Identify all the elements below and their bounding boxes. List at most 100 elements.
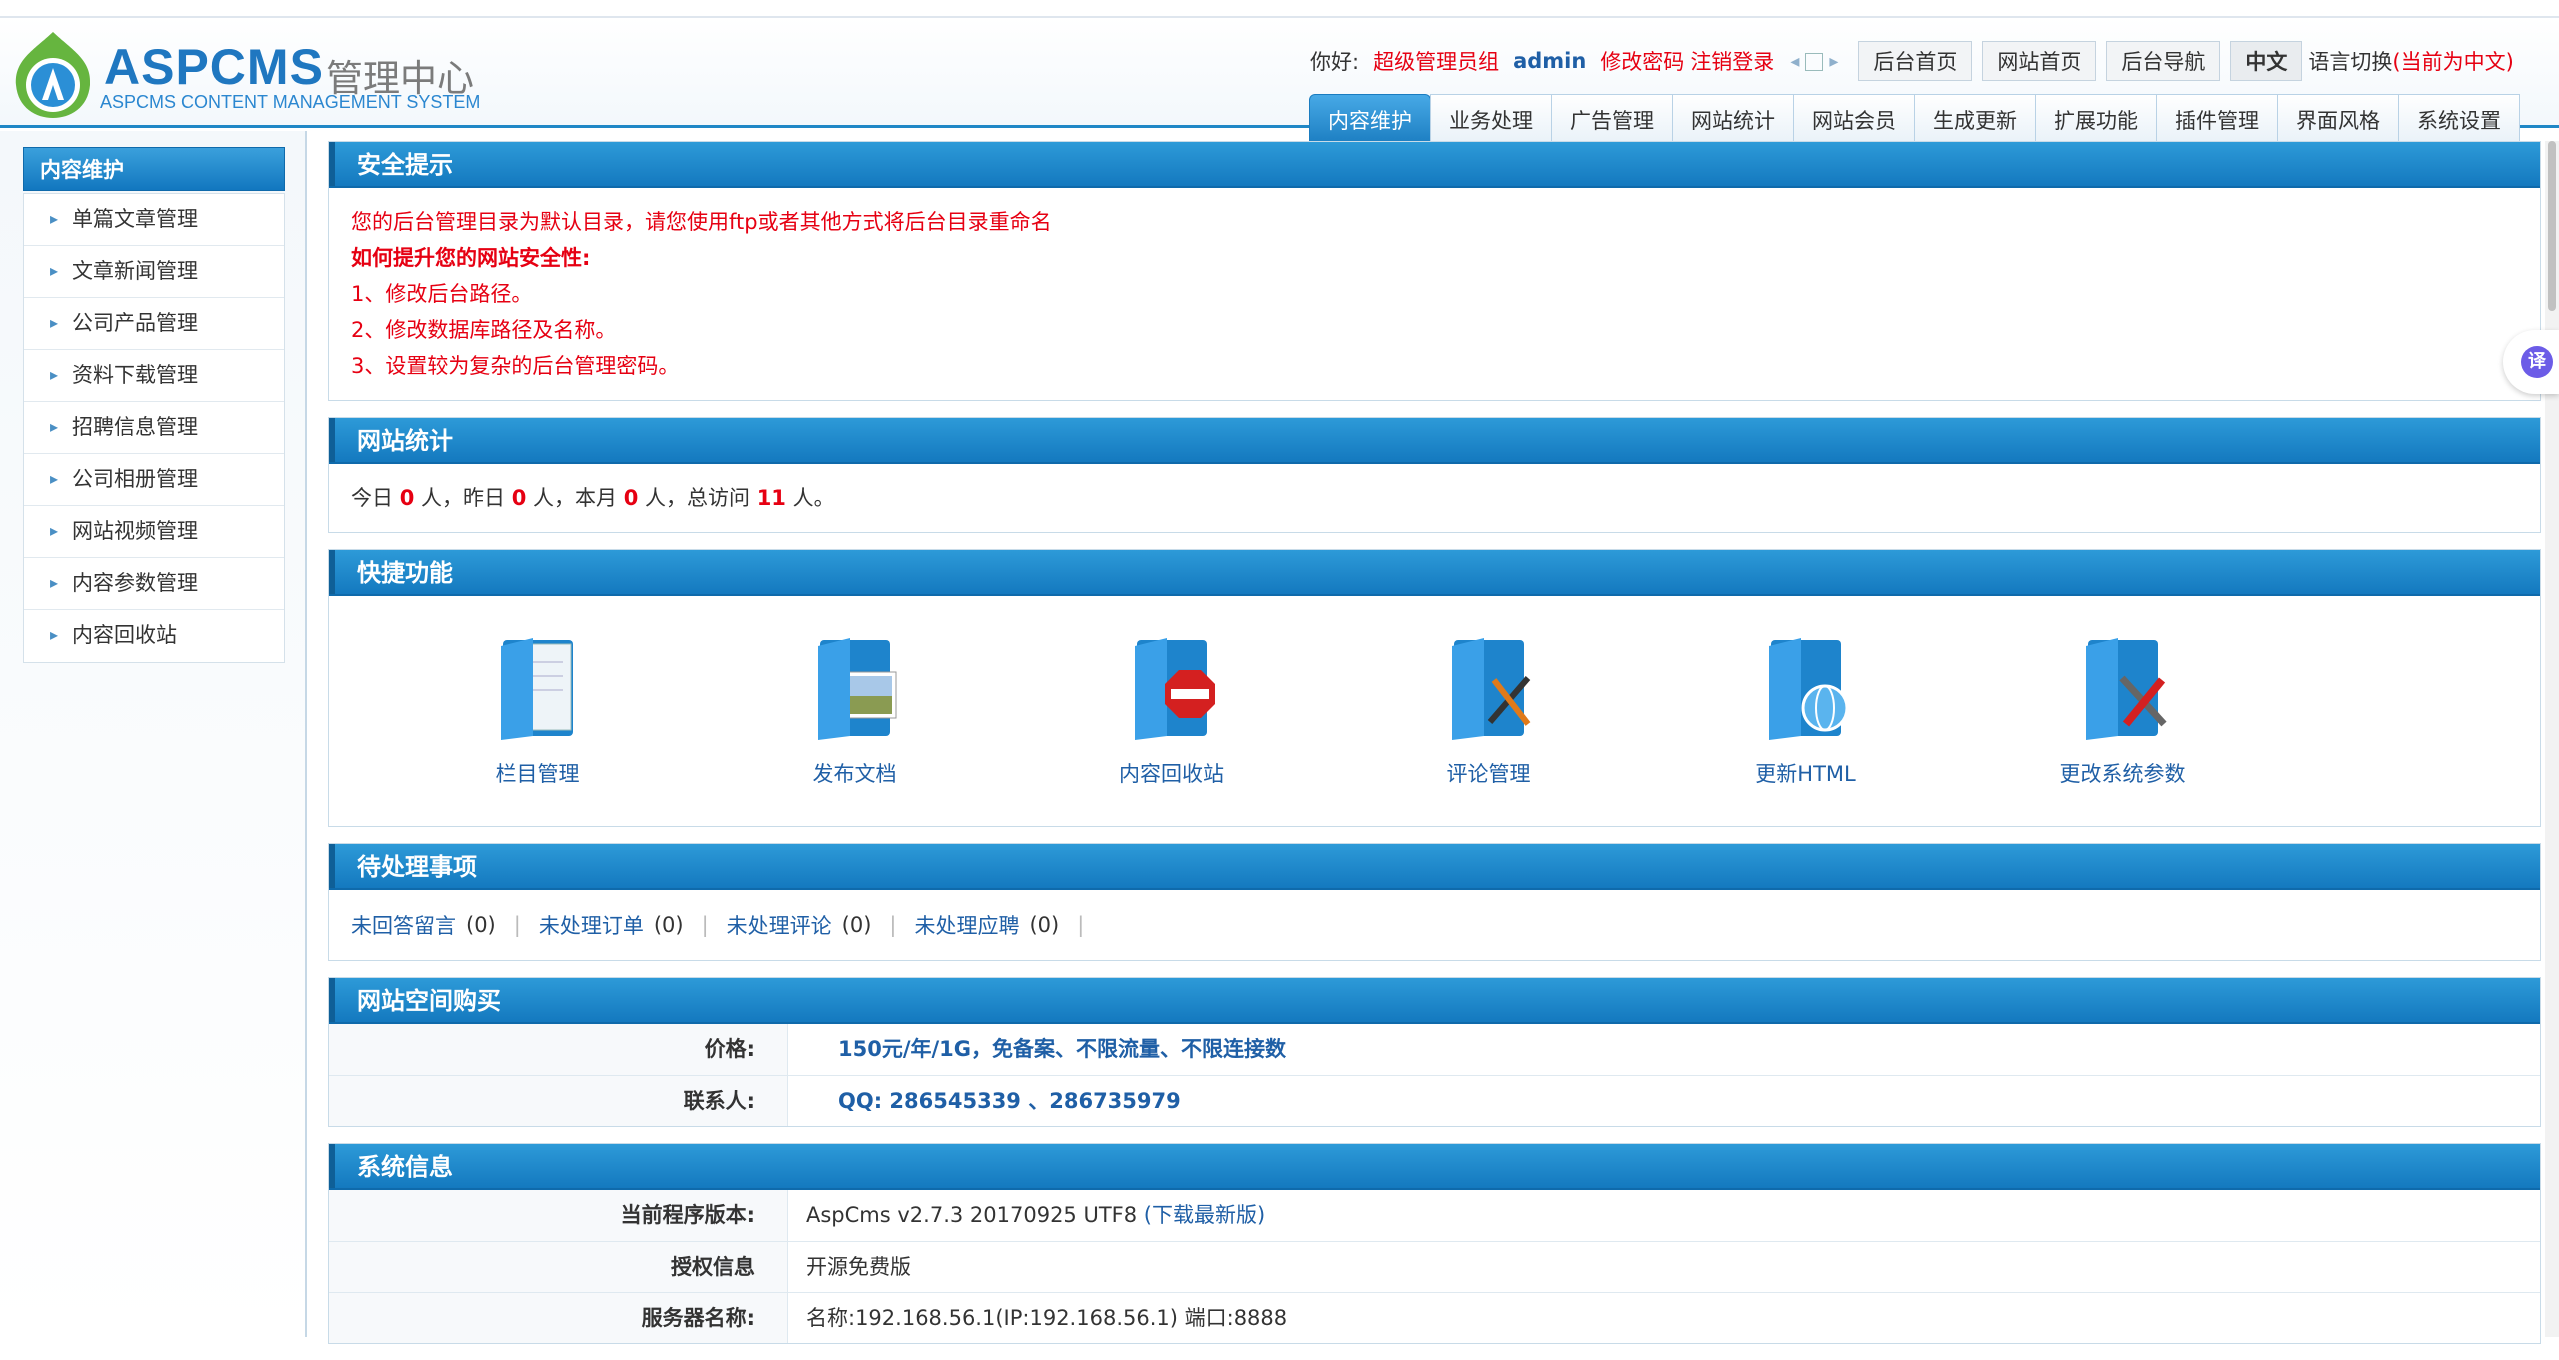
quick-panel: 快捷功能 栏目管理 发布文档 内容回收站 评论管理 更新HTML 更改系统参数 xyxy=(328,549,2541,827)
arrow-right-icon: ▸ xyxy=(50,625,59,644)
admin-nav-button[interactable]: 后台导航 xyxy=(2106,41,2221,81)
sysinfo-version-row: 当前程序版本: AspCms v2.7.3 20170925 UTF8 (下载最… xyxy=(329,1190,2540,1241)
todo-count: (0) xyxy=(1029,913,1060,937)
username: admin xyxy=(1513,49,1587,73)
hosting-price-value: 150元/年/1G，免备案、不限流量、不限连接数 xyxy=(838,1037,1287,1061)
stats-line: 今日 0 人，昨日 0 人，本月 0 人，总访问 11 人。 xyxy=(329,464,2540,532)
sidebar-item-news[interactable]: ▸ 文章新闻管理 xyxy=(24,246,284,298)
scrollbar-thumb[interactable] xyxy=(2548,141,2556,311)
stats-title: 网站统计 xyxy=(329,418,2540,464)
quick-label: 更改系统参数 xyxy=(2059,762,2186,786)
divider: | xyxy=(701,913,709,937)
sidebar-item-label: 公司相册管理 xyxy=(72,467,198,491)
tab-plugins[interactable]: 插件管理 xyxy=(2156,94,2278,146)
sidebar-item-products[interactable]: ▸ 公司产品管理 xyxy=(24,298,284,350)
stats-month-label: 人，本月 xyxy=(533,486,617,510)
quick-update-html[interactable]: 更新HTML xyxy=(1647,596,1964,826)
sysinfo-version-value: AspCms v2.7.3 20170925 UTF8 xyxy=(806,1203,1138,1227)
download-latest-link[interactable]: (下载最新版) xyxy=(1144,1203,1265,1227)
nav-arrows-icon[interactable]: ◂ ▸ xyxy=(1790,51,1838,72)
sidebar-item-video[interactable]: ▸ 网站视频管理 xyxy=(24,506,284,558)
arrow-right-icon: ▸ xyxy=(50,521,59,540)
security-howto: 如何提升您的网站安全性: xyxy=(351,246,591,270)
quick-label: 栏目管理 xyxy=(495,762,580,786)
sysinfo-license-value: 开源免费版 xyxy=(806,1255,911,1279)
todo-count: (0) xyxy=(653,913,684,937)
todo-title: 待处理事项 xyxy=(329,844,2540,890)
sidebar-title: 内容维护 xyxy=(23,147,285,191)
sysinfo-server-value: 名称:192.168.56.1(IP:192.168.56.1) 端口:8888 xyxy=(806,1306,1288,1330)
security-tip: 2、修改数据库路径及名称。 xyxy=(351,318,617,342)
arrow-right-icon: ▸ xyxy=(50,365,59,384)
admin-home-button[interactable]: 后台首页 xyxy=(1858,41,1973,81)
translate-icon: 译 xyxy=(2521,346,2553,378)
change-password-link[interactable]: 修改密码 xyxy=(1600,46,1684,76)
hosting-contact-value: QQ: 286545339 、286735979 xyxy=(838,1089,1181,1113)
main-content: 安全提示 您的后台管理目录为默认目录，请您使用ftp或者其他方式将后台目录重命名… xyxy=(328,141,2541,1360)
todo-unanswered-link[interactable]: 未回答留言 xyxy=(351,910,456,940)
sysinfo-title: 系统信息 xyxy=(329,1144,2540,1190)
tab-stats[interactable]: 网站统计 xyxy=(1672,94,1794,146)
site-home-button[interactable]: 网站首页 xyxy=(1982,41,2097,81)
sidebar-item-params[interactable]: ▸ 内容参数管理 xyxy=(24,558,284,610)
quick-title: 快捷功能 xyxy=(329,550,2540,596)
folder-tools-icon xyxy=(2085,638,2167,740)
security-tip: 1、修改后台路径。 xyxy=(351,282,533,306)
role-label: 超级管理员组 xyxy=(1373,50,1500,74)
tab-members[interactable]: 网站会员 xyxy=(1793,94,1915,146)
logout-link[interactable]: 注销登录 xyxy=(1690,46,1774,76)
tab-style[interactable]: 界面风格 xyxy=(2277,94,2399,146)
main-tabs: 内容维护 业务处理 广告管理 网站统计 网站会员 生成更新 扩展功能 插件管理 … xyxy=(1309,94,2520,146)
greeting: 你好: xyxy=(1310,50,1360,74)
sidebar-item-label: 招聘信息管理 xyxy=(72,415,198,439)
tab-content[interactable]: 内容维护 xyxy=(1309,94,1431,146)
quick-publish[interactable]: 发布文档 xyxy=(696,596,1013,826)
sysinfo-server-row: 服务器名称: 名称:192.168.56.1(IP:192.168.56.1) … xyxy=(329,1292,2540,1343)
sidebar-menu: ▸ 单篇文章管理 ▸ 文章新闻管理 ▸ 公司产品管理 ▸ 资料下载管理 ▸ 招聘信息管理 … xyxy=(23,193,285,663)
arrow-right-icon: ▸ xyxy=(50,573,59,592)
sidebar-item-downloads[interactable]: ▸ 资料下载管理 xyxy=(24,350,284,402)
todo-applications-link[interactable]: 未处理应聘 xyxy=(914,910,1019,940)
tab-generate[interactable]: 生成更新 xyxy=(1914,94,2036,146)
arrow-right-icon: ▸ xyxy=(50,417,59,436)
sidebar-item-single-article[interactable]: ▸ 单篇文章管理 xyxy=(24,194,284,246)
quick-label: 评论管理 xyxy=(1446,762,1531,786)
sidebar-item-recycle[interactable]: ▸ 内容回收站 xyxy=(24,610,284,662)
quick-comments[interactable]: 评论管理 xyxy=(1330,596,1647,826)
sidebar-item-album[interactable]: ▸ 公司相册管理 xyxy=(24,454,284,506)
hosting-contact-label: 联系人: xyxy=(329,1076,788,1126)
arrow-right-icon: ▸ xyxy=(50,209,59,228)
page-scrollbar[interactable] xyxy=(2545,141,2559,1337)
divider: | xyxy=(889,913,897,937)
tab-settings[interactable]: 系统设置 xyxy=(2398,94,2520,146)
todo-orders-link[interactable]: 未处理订单 xyxy=(539,910,644,940)
hosting-panel: 网站空间购买 价格: 150元/年/1G，免备案、不限流量、不限连接数 联系人:… xyxy=(328,977,2541,1127)
divider: | xyxy=(1077,913,1085,937)
sysinfo-license-row: 授权信息 开源免费版 xyxy=(329,1241,2540,1292)
stats-yesterday-value: 0 xyxy=(511,486,527,510)
security-panel: 安全提示 您的后台管理目录为默认目录，请您使用ftp或者其他方式将后台目录重命名… xyxy=(328,141,2541,401)
translate-button[interactable]: 译 xyxy=(2503,330,2559,394)
folder-doc-icon xyxy=(500,638,573,740)
sysinfo-panel: 系统信息 当前程序版本: AspCms v2.7.3 20170925 UTF8… xyxy=(328,1143,2541,1344)
language-switch-label: 语言切换 xyxy=(2308,50,2393,74)
brand-title: ASPCMS xyxy=(104,39,324,95)
hosting-title: 网站空间购买 xyxy=(329,978,2540,1024)
stats-today-label: 今日 xyxy=(351,486,393,510)
tab-business[interactable]: 业务处理 xyxy=(1430,94,1552,146)
header: ASPCMS 管理中心 ASPCMS CONTENT MANAGEMENT SY… xyxy=(0,18,2559,146)
quick-system-params[interactable]: 更改系统参数 xyxy=(1964,596,2281,826)
folder-image-icon xyxy=(817,638,896,740)
quick-recycle[interactable]: 内容回收站 xyxy=(1013,596,1330,826)
stats-total-value: 11 xyxy=(756,486,786,510)
sysinfo-license-label: 授权信息 xyxy=(329,1242,788,1292)
tab-extensions[interactable]: 扩展功能 xyxy=(2035,94,2157,146)
security-title: 安全提示 xyxy=(329,142,2540,188)
language-current: (当前为中文) xyxy=(2392,50,2514,74)
todo-comments-link[interactable]: 未处理评论 xyxy=(727,910,832,940)
quick-column-manage[interactable]: 栏目管理 xyxy=(379,596,696,826)
sidebar-item-jobs[interactable]: ▸ 招聘信息管理 xyxy=(24,402,284,454)
hosting-price-row: 价格: 150元/年/1G，免备案、不限流量、不限连接数 xyxy=(329,1024,2540,1075)
tab-ads[interactable]: 广告管理 xyxy=(1551,94,1673,146)
language-cn-button[interactable]: 中文 xyxy=(2230,41,2303,81)
